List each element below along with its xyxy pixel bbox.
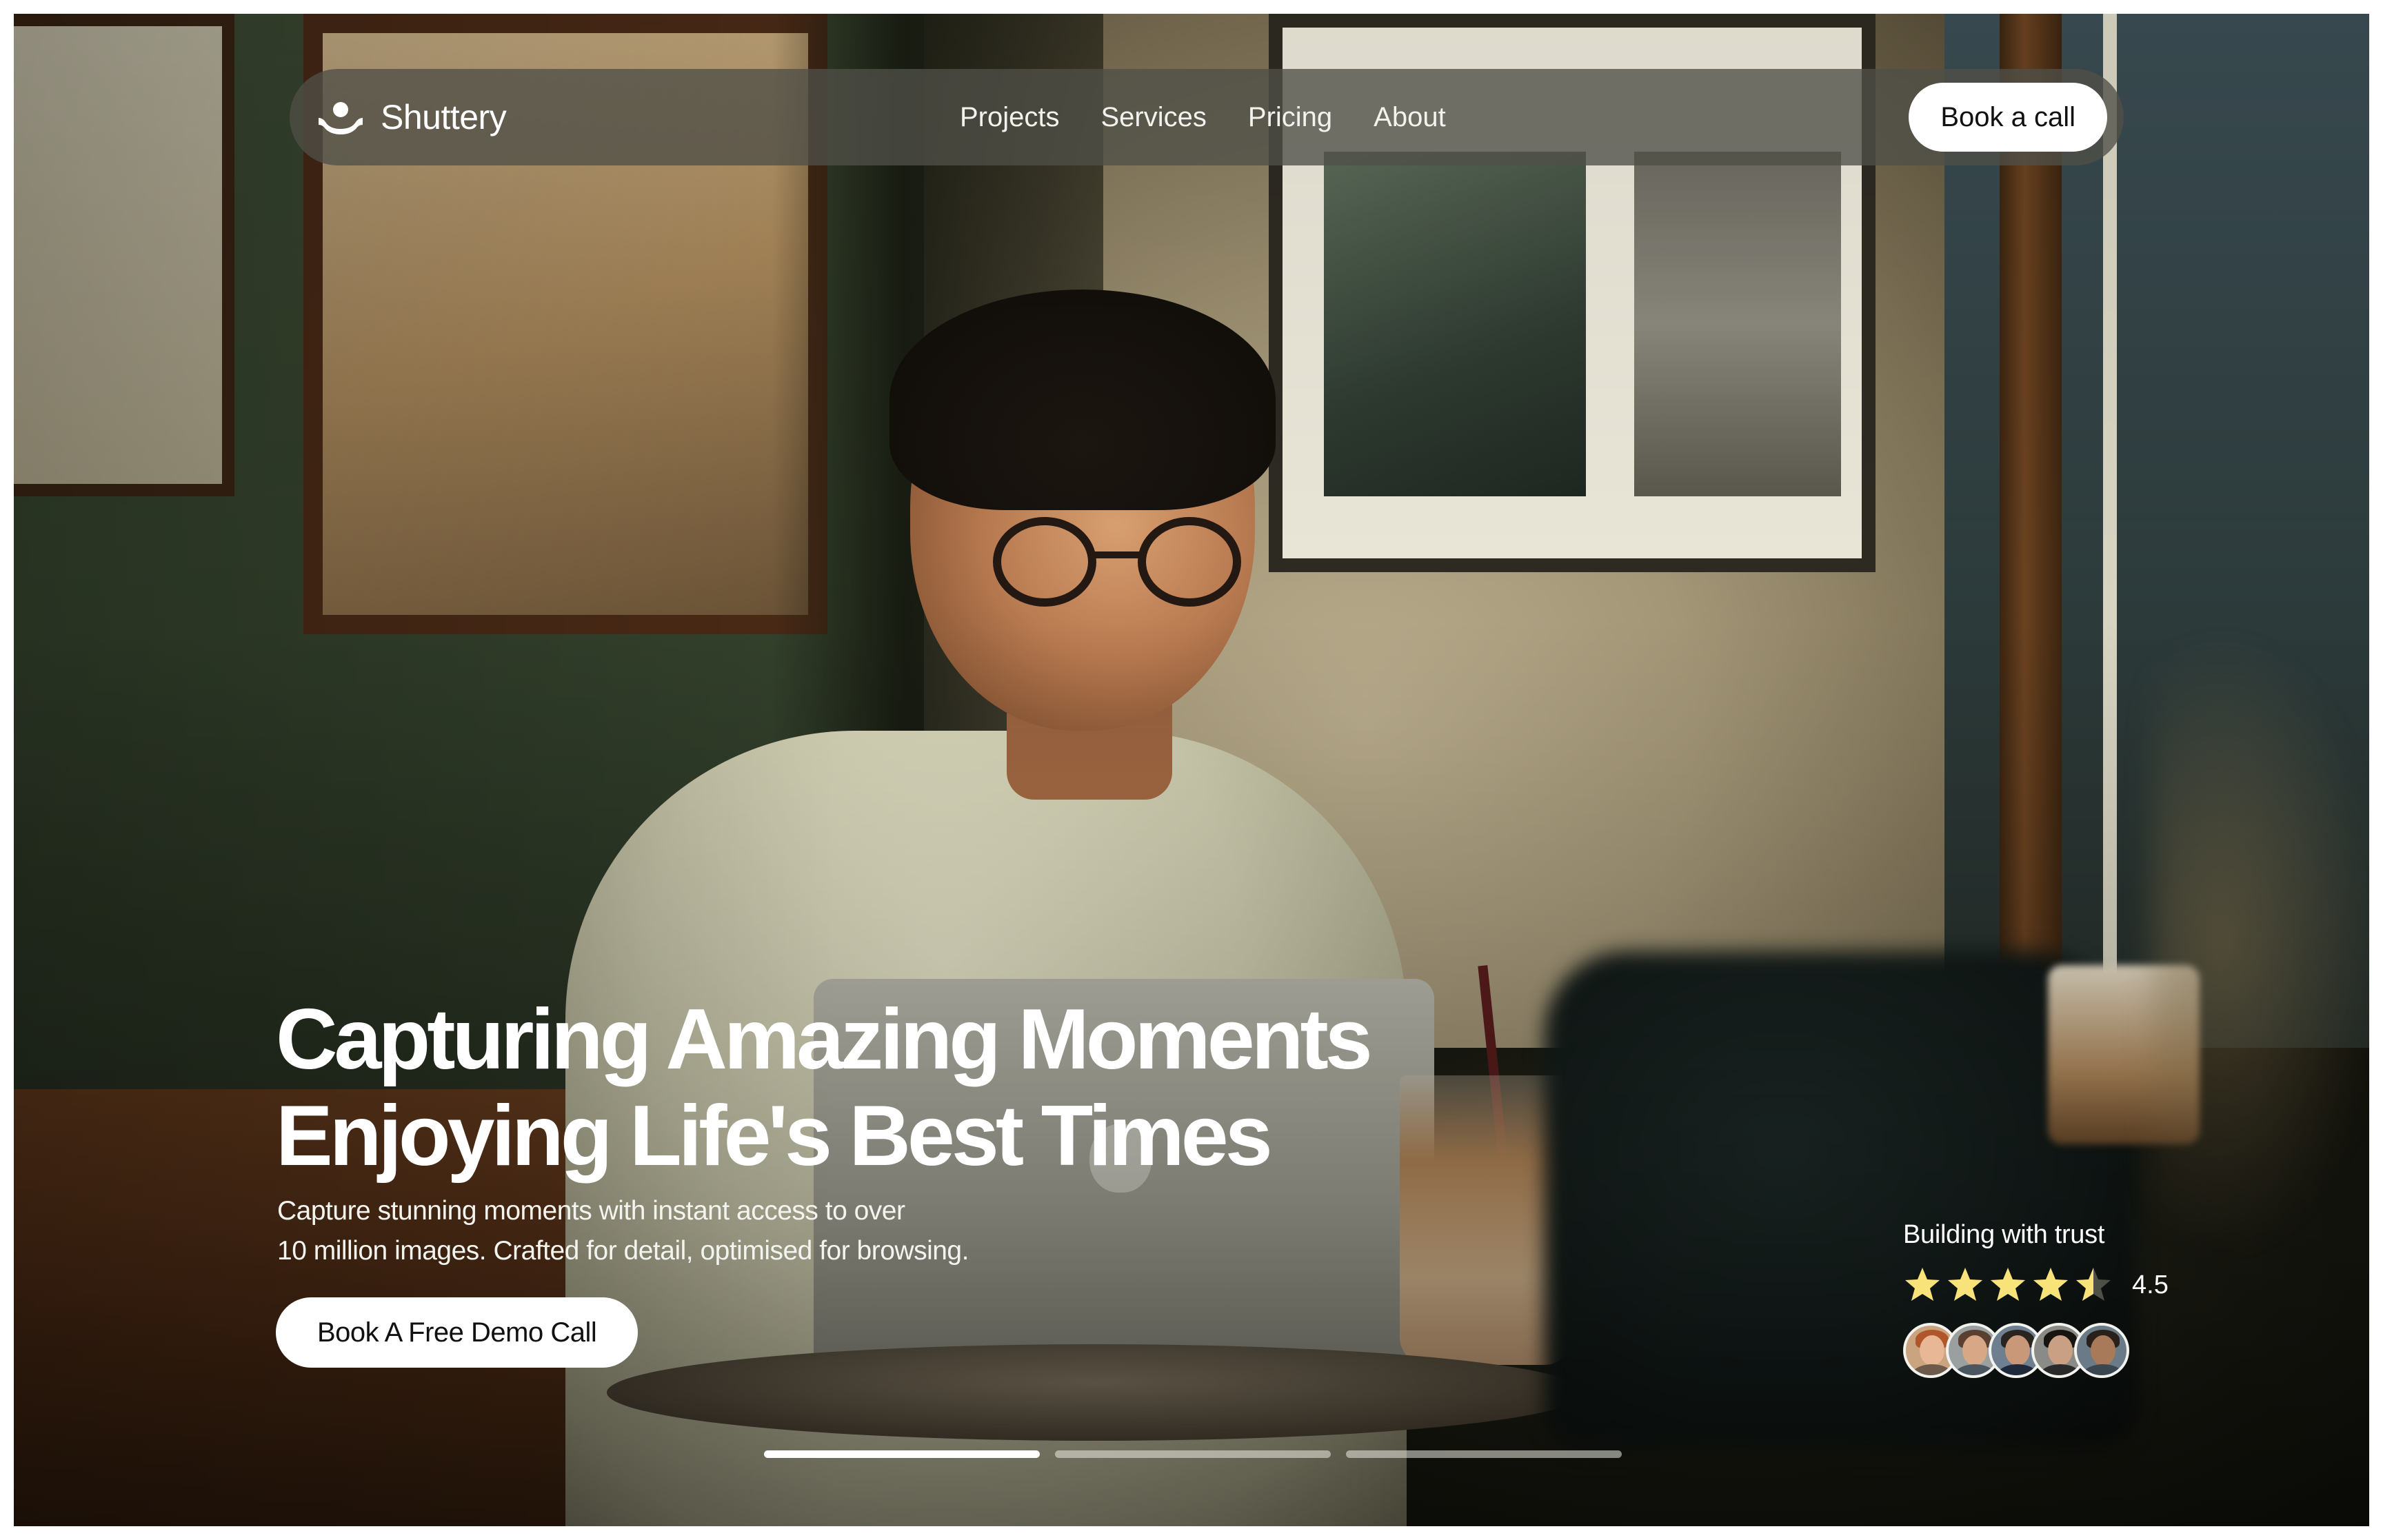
slide-indicator[interactable] [764, 1450, 1040, 1458]
star-icon [1946, 1266, 1984, 1304]
brand-home-link[interactable]: Shuttery [316, 97, 507, 137]
star-icon [2031, 1266, 2070, 1304]
hero-subtitle-line-2: 10 million images. Crafted for detail, o… [277, 1236, 969, 1266]
hero-section: Shuttery Projects Services Pricing About… [14, 14, 2369, 1526]
avatar [2074, 1323, 2129, 1378]
nav-link-services[interactable]: Services [1101, 102, 1207, 133]
slide-indicator[interactable] [1346, 1450, 1622, 1458]
navbar: Shuttery Projects Services Pricing About… [290, 69, 2124, 165]
hero-title-line-1: Capturing Amazing Moments [276, 992, 1373, 1087]
star-rating [1903, 1266, 2113, 1304]
nav-links: Projects Services Pricing About [960, 102, 1446, 133]
shutter-wave-logo-icon [316, 100, 365, 134]
star-icon [2074, 1266, 2113, 1304]
rating-value: 4.5 [2132, 1270, 2169, 1299]
slide-progress-indicator [764, 1450, 1622, 1458]
customer-avatars [1903, 1323, 2193, 1378]
star-icon [1989, 1266, 2027, 1304]
brand-name: Shuttery [381, 98, 507, 136]
star-icon [1903, 1266, 1942, 1304]
slide-indicator[interactable] [1055, 1450, 1331, 1458]
nav-link-pricing[interactable]: Pricing [1248, 102, 1332, 133]
nav-link-about[interactable]: About [1374, 102, 1446, 133]
book-a-call-button[interactable]: Book a call [1909, 83, 2107, 152]
hero-title-line-2: Enjoying Life's Best Times [276, 1088, 1273, 1184]
book-free-demo-call-button[interactable]: Book A Free Demo Call [276, 1297, 639, 1368]
rating-row: 4.5 [1903, 1262, 2193, 1308]
trust-label: Building with trust [1903, 1220, 2105, 1249]
nav-link-projects[interactable]: Projects [960, 102, 1060, 133]
hero-title: Capturing Amazing Moments Enjoying Life'… [276, 991, 1448, 1184]
hero-subtitle: Capture stunning moments with instant ac… [277, 1191, 1105, 1271]
hero-subtitle-line-1: Capture stunning moments with instant ac… [277, 1196, 905, 1226]
trust-badge: Building with trust 4.5 [1903, 1220, 2193, 1378]
